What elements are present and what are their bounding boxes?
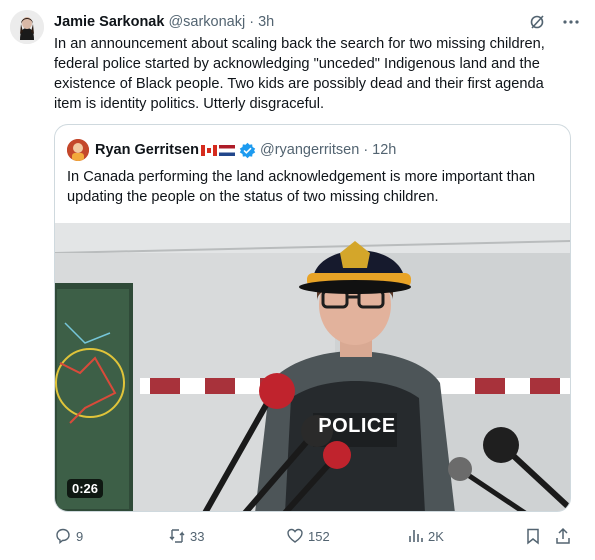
netherlands-flag-icon [218,144,235,156]
quoted-post[interactable]: Ryan Gerritsen @ryangerritsen · 12h In C… [54,124,571,512]
like-button[interactable]: 152 [286,527,330,545]
heart-icon [287,528,303,543]
quote-header: Ryan Gerritsen @ryangerritsen · 12h [67,139,396,161]
reply-icon [56,528,70,544]
quote-author-handle[interactable]: @ryangerritsen [260,142,359,158]
video-duration: 0:26 [67,479,104,498]
quote-time[interactable]: 12h [372,142,396,158]
quote-author-avatar[interactable] [67,139,89,161]
flags [200,144,235,156]
post-time[interactable]: 3h [258,14,274,30]
canada-flag-icon [200,144,217,156]
post: Jamie Sarkonak @sarkonakj · 3h In an ann… [0,0,595,560]
share-button[interactable] [554,527,572,545]
quote-avatar-image [67,139,89,161]
post-header: Jamie Sarkonak @sarkonakj · 3h [54,12,581,32]
video-player[interactable]: POLICE 0:26 [55,223,570,511]
header-icons [527,12,581,32]
quote-text: In Canada performing the land acknowledg… [67,169,536,205]
vest-police-text: POLICE [318,415,396,437]
share-icon [556,527,570,544]
reply-count: 9 [76,528,84,544]
avatar-portrait-icon [10,10,44,44]
grok-slash-icon[interactable] [527,12,547,32]
repost-icon [169,529,185,543]
like-count: 152 [308,528,330,544]
author-avatar[interactable] [10,10,44,44]
post-text: In an announcement about scaling back th… [54,36,545,112]
header-separator: · [249,14,255,30]
action-bar: 9 33 152 2K [54,526,574,546]
bookmark-button[interactable] [524,527,542,545]
author-name[interactable]: Jamie Sarkonak [54,14,164,30]
repost-button[interactable]: 33 [168,527,204,545]
views-chart-icon [409,530,423,542]
views-button[interactable]: 2K [406,527,444,545]
author-handle[interactable]: @sarkonakj [168,14,245,30]
reply-button[interactable]: 9 [54,527,83,545]
repost-count: 33 [190,528,205,544]
video-thumbnail [55,223,570,511]
verified-badge-icon[interactable] [239,142,256,159]
views-count: 2K [428,528,444,544]
quote-separator: · [363,142,369,158]
more-dots-icon[interactable] [561,12,581,32]
quote-author-name[interactable]: Ryan Gerritsen [95,142,199,158]
bookmark-icon [527,528,539,545]
